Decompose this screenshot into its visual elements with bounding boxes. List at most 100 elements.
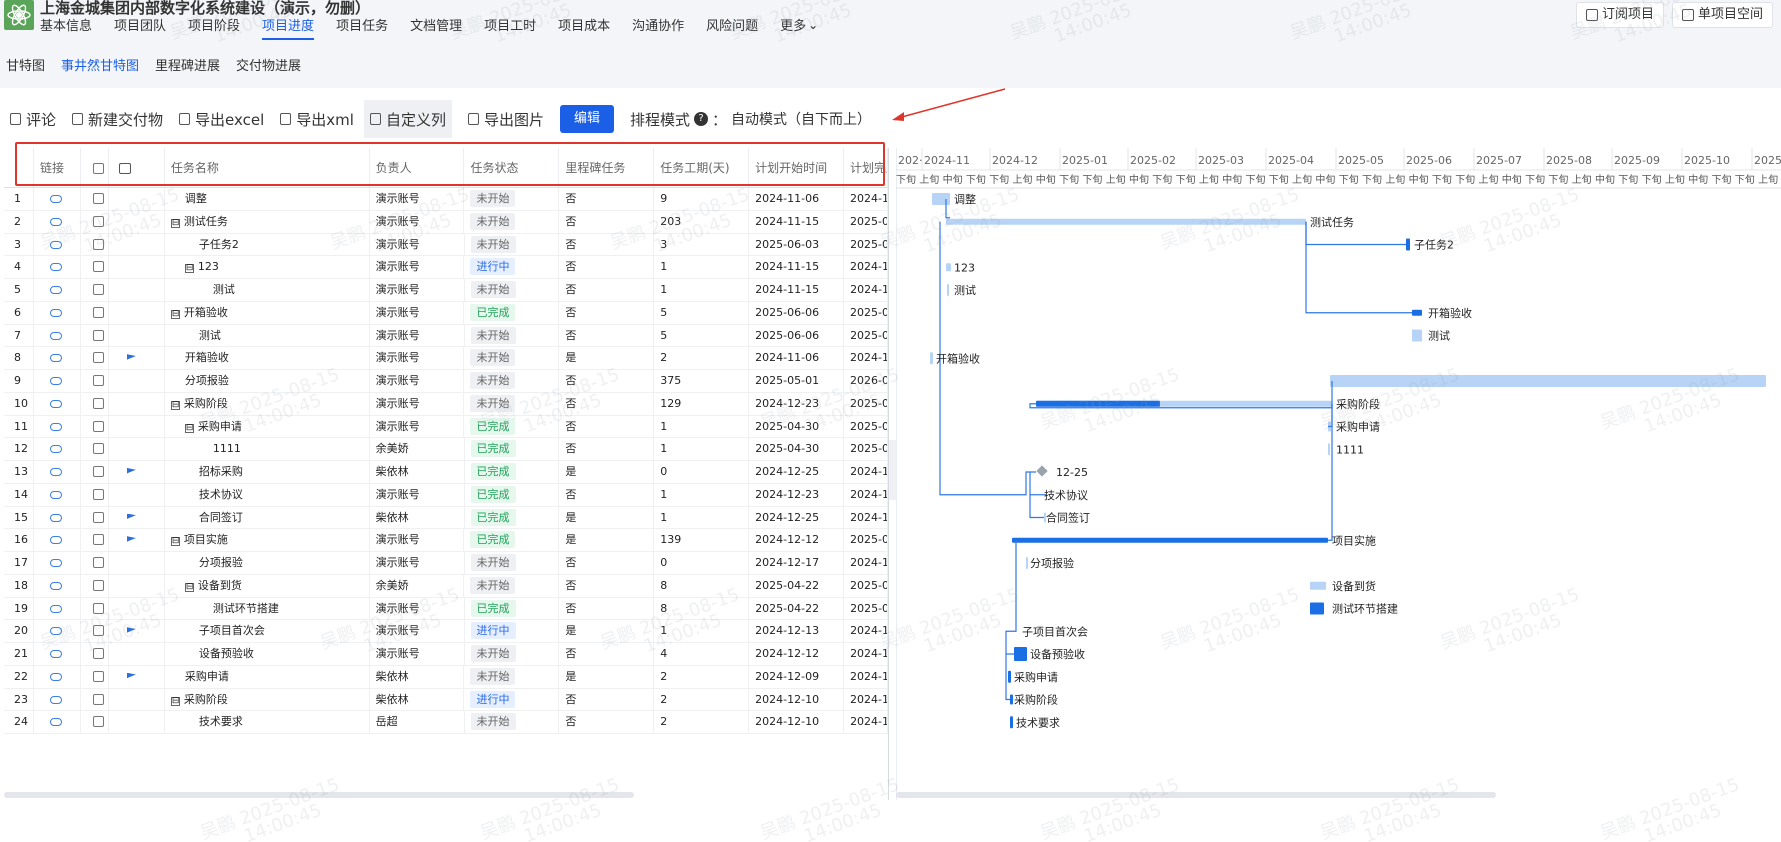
export-image-button[interactable]: 导出图片 [467, 100, 544, 138]
row-checkbox[interactable] [92, 215, 104, 227]
row-checkbox[interactable] [92, 602, 104, 614]
row-link-cell[interactable] [34, 665, 81, 688]
row-select-cell[interactable] [81, 324, 109, 347]
task-name-cell[interactable]: 采购申请 [165, 665, 370, 688]
row-link-cell[interactable] [34, 597, 81, 620]
table-row[interactable]: 19 测试环节搭建 演示账号 已完成 否 8 2025-04-22 2025-0 [4, 597, 888, 621]
task-name-cell[interactable]: ⊟ 开箱验收 [165, 301, 370, 324]
table-row[interactable]: 4 ⊟ 123 演示账号 进行中否 1 2024-11-15 2024-1 [4, 256, 888, 279]
row-checkbox[interactable] [92, 625, 104, 637]
comment-button[interactable]: 评论 [10, 100, 56, 138]
row-select-cell[interactable] [81, 620, 109, 642]
row-checkbox[interactable] [92, 716, 104, 728]
task-name-cell[interactable]: 子任务2 [165, 233, 370, 256]
row-checkbox[interactable] [92, 284, 104, 295]
table-row[interactable]: 16 ⊟ 项目实施 演示账号 已完成是 139 2024-12-12 2025-0 [4, 529, 888, 552]
row-link-cell[interactable] [34, 370, 81, 392]
row-link-cell[interactable] [34, 574, 81, 597]
task-name-cell[interactable]: 分项报验 [165, 370, 370, 392]
row-checkbox[interactable] [92, 329, 104, 341]
collapse-toggle[interactable]: ⊟ [170, 537, 180, 547]
link-icon[interactable] [49, 604, 62, 613]
row-link-cell[interactable] [34, 620, 81, 642]
row-checkbox[interactable] [92, 579, 104, 591]
row-select-cell[interactable] [81, 483, 109, 506]
row-select-cell[interactable] [81, 233, 109, 256]
link-icon[interactable] [49, 286, 62, 294]
task-name-cell[interactable]: 技术协议 [165, 483, 370, 506]
task-name-cell[interactable]: 测试环节搭建 [165, 597, 370, 620]
row-select-cell[interactable] [81, 665, 109, 688]
row-checkbox[interactable] [92, 693, 104, 705]
table-row[interactable]: 8 开箱验收 演示账号 未开始 是 2 2024-11-06 2024-1 [4, 347, 888, 370]
table-row[interactable]: 18 ⊟ 设备到货 余美娇 未开始否 8 2025-04-22 2025-0 [4, 574, 888, 598]
header-owner[interactable]: 负责人 [370, 148, 465, 187]
link-icon[interactable] [49, 650, 62, 658]
row-link-cell[interactable] [34, 279, 81, 301]
row-select-cell[interactable] [81, 370, 109, 392]
help-icon[interactable]: ? [694, 112, 708, 126]
table-row[interactable]: 24 技术要求 岳超 未开始 否 2 2024-12-10 2024-1 [4, 711, 888, 734]
link-icon[interactable] [49, 559, 62, 567]
row-checkbox[interactable] [92, 238, 104, 250]
collapse-toggle[interactable]: ⊟ [170, 400, 180, 410]
row-checkbox[interactable] [92, 306, 104, 318]
task-name-cell[interactable]: 分项报验 [165, 552, 370, 574]
task-name-cell[interactable]: ⊟ 测试任务 [165, 210, 370, 233]
link-icon[interactable] [49, 468, 62, 476]
table-row[interactable]: 3 子任务2 演示账号 未开始否 3 2025-06-03 2025-0 [4, 233, 888, 257]
table-row[interactable]: 12 1111 余美娇 已完成 否 1 2025-04-30 2025-0 [4, 438, 888, 461]
row-checkbox[interactable] [92, 648, 104, 659]
subnav-item-2[interactable]: 里程碑进展 [155, 55, 220, 74]
table-row[interactable]: 6 ⊟ 开箱验收 演示账号 已完成否 5 2025-06-06 2025-0 [4, 301, 888, 325]
row-checkbox[interactable] [92, 488, 104, 500]
edit-button[interactable]: 编辑 [559, 105, 614, 133]
nav-item-10[interactable]: 更多 [780, 18, 806, 40]
link-icon[interactable] [49, 695, 62, 704]
collapse-toggle[interactable]: ⊟ [184, 423, 194, 433]
table-row[interactable]: 7 测试 演示账号 未开始 否 5 2025-06-06 2025-0 [4, 324, 888, 348]
header-start[interactable]: 计划开始时间 [749, 148, 845, 187]
collapse-toggle[interactable]: ⊟ [170, 696, 180, 706]
nav-item-5[interactable]: 文档管理 [410, 18, 462, 40]
table-row[interactable]: 5 测试 演示账号 未开始 否 1 2024-11-15 2024-1 [4, 279, 888, 302]
link-icon[interactable] [49, 581, 62, 590]
link-icon[interactable] [49, 217, 62, 226]
table-row[interactable]: 10 ⊟ 采购阶段 演示账号 未开始否 129 2024-12-23 2025-0 [4, 392, 888, 416]
row-link-cell[interactable] [34, 415, 81, 438]
row-select-cell[interactable] [81, 188, 109, 210]
link-icon[interactable] [49, 672, 62, 681]
table-row[interactable]: 22 采购申请 柴依林 未开始 是 2 2024-12-09 2024-1 [4, 665, 888, 689]
row-select-cell[interactable] [81, 392, 109, 415]
link-icon[interactable] [49, 536, 62, 545]
task-name-cell[interactable]: 测试 [165, 279, 370, 301]
row-select-cell[interactable] [81, 256, 109, 278]
project-space-button[interactable]: 单项目空间 [1671, 2, 1773, 28]
header-select-all[interactable] [81, 148, 109, 187]
header-task-name[interactable]: 任务名称 [165, 148, 370, 187]
table-row[interactable]: 15 合同签订 柴依林 已完成 是 1 2024-12-25 2024-1 [4, 506, 888, 530]
row-checkbox[interactable] [92, 397, 104, 409]
collapse-toggle[interactable]: ⊟ [170, 218, 180, 228]
row-select-cell[interactable] [81, 506, 109, 529]
link-icon[interactable] [49, 490, 62, 499]
row-link-cell[interactable] [34, 210, 81, 233]
row-link-cell[interactable] [34, 347, 81, 369]
row-link-cell[interactable] [34, 392, 81, 415]
row-select-cell[interactable] [81, 301, 109, 324]
header-column-settings[interactable] [109, 148, 165, 187]
row-select-cell[interactable] [81, 438, 109, 460]
collapse-toggle[interactable]: ⊟ [170, 309, 180, 319]
row-select-cell[interactable] [81, 574, 109, 597]
task-name-cell[interactable]: ⊟ 123 [165, 256, 370, 278]
row-link-cell[interactable] [34, 711, 81, 733]
task-name-cell[interactable]: 合同签订 [165, 506, 370, 529]
task-name-cell[interactable]: 1111 [165, 438, 370, 460]
task-name-cell[interactable]: ⊟ 采购阶段 [165, 688, 370, 711]
table-row[interactable]: 11 ⊟ 采购申请 演示账号 已完成否 1 2025-04-30 2025-0 [4, 415, 888, 439]
gantt-horizontal-scrollbar[interactable] [896, 792, 1496, 798]
nav-item-4[interactable]: 项目任务 [336, 18, 388, 40]
nav-item-2[interactable]: 项目阶段 [188, 18, 240, 40]
subnav-item-3[interactable]: 交付物进展 [236, 55, 301, 74]
row-link-cell[interactable] [34, 552, 81, 574]
